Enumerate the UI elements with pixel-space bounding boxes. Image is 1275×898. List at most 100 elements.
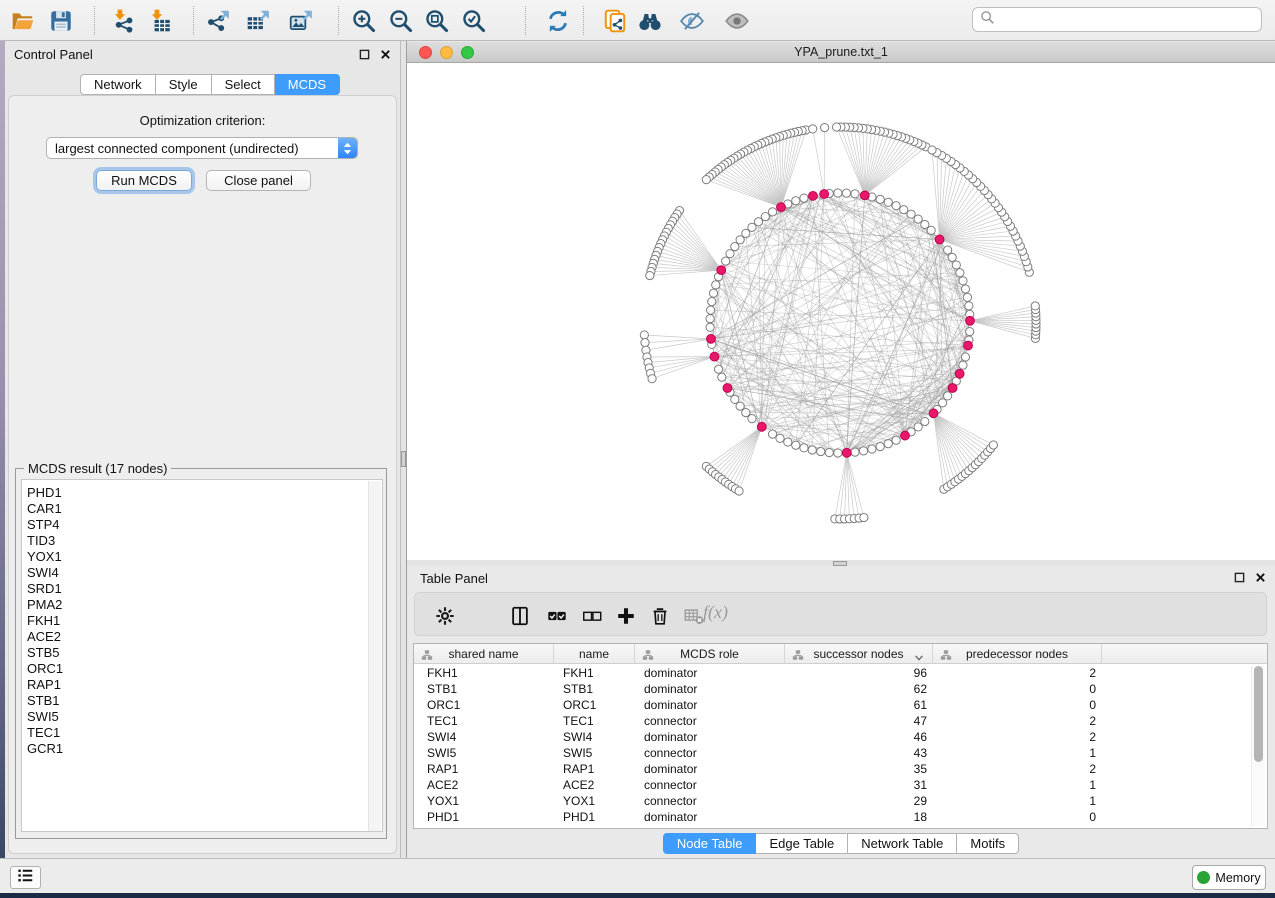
mcds-result-item[interactable]: TEC1 [27,725,382,741]
mcds-result-item[interactable]: STP4 [27,517,382,533]
tab-style[interactable]: Style [156,74,212,95]
mcds-result-item[interactable]: SRD1 [27,581,382,597]
tab-node-table[interactable]: Node Table [663,833,757,854]
mcds-result-list[interactable]: PHD1CAR1STP4TID3YOX1SWI4SRD1PMA2FKH1ACE2… [21,479,383,832]
export-network-button[interactable] [202,5,234,37]
column-header-name[interactable]: name [554,644,635,663]
save-session-icon [48,8,74,34]
memory-button[interactable]: Memory [1192,865,1266,890]
export-image-button[interactable] [285,5,317,37]
mcds-result-item[interactable]: PHD1 [27,485,382,501]
float-panel-icon[interactable] [357,47,371,61]
column-label: shared name [414,647,553,661]
table-row[interactable]: YOX1YOX1connector291 [414,793,1267,809]
mcds-result-item[interactable]: GCR1 [27,741,382,757]
float-table-panel-icon[interactable] [1232,570,1246,584]
table-cell: dominator [635,681,785,697]
export-table-button[interactable] [242,5,274,37]
zoom-out-button[interactable] [385,5,417,37]
toolbar-separator [94,6,95,35]
save-session-button[interactable] [45,5,77,37]
table-row[interactable]: ACE2ACE2connector311 [414,777,1267,793]
mcds-result-item[interactable]: STB5 [27,645,382,661]
zoom-out-icon [388,8,414,34]
zoom-fit-button[interactable] [421,5,453,37]
search-box[interactable] [972,7,1262,32]
show-columns-button[interactable] [507,603,533,629]
tab-motifs[interactable]: Motifs [957,833,1019,854]
column-header-shared-name[interactable]: shared name [414,644,554,663]
mcds-result-item[interactable]: PMA2 [27,597,382,613]
mcds-list-scrollbar[interactable] [368,481,381,832]
column-header-successor-nodes[interactable]: successor nodes [785,644,933,663]
tab-edge-table[interactable]: Edge Table [756,833,848,854]
tab-select[interactable]: Select [212,74,275,95]
find-button[interactable] [634,5,666,37]
table-row[interactable]: FKH1FKH1dominator962 [414,665,1267,681]
table-row[interactable]: PHD1PHD1dominator180 [414,809,1267,825]
network-canvas[interactable] [407,63,1275,560]
table-cell: ACE2 [414,777,554,793]
clone-network-button[interactable] [599,5,631,37]
zoom-in-button[interactable] [348,5,380,37]
criterion-dropdown[interactable]: largest connected component (undirected) [46,137,358,159]
table-row[interactable]: RAP1RAP1dominator352 [414,761,1267,777]
table-cell: ORC1 [554,697,635,713]
import-table-button[interactable] [144,5,176,37]
table-cell: ACE2 [554,777,635,793]
close-panel-icon[interactable] [378,47,392,61]
task-history-button[interactable] [10,866,41,889]
network-window-titlebar[interactable]: YPA_prune.txt_1 [407,42,1275,63]
toolbar-separator [525,6,526,35]
table-row[interactable]: STB1STB1dominator620 [414,681,1267,697]
mcds-result-item[interactable]: YOX1 [27,549,382,565]
clear-selection-button[interactable] [579,603,605,629]
table-row[interactable]: SWI5SWI5connector431 [414,745,1267,761]
table-row[interactable]: TEC1TEC1connector472 [414,713,1267,729]
table-toolbar: f(x) [414,592,1267,636]
mcds-result-item[interactable]: SWI5 [27,709,382,725]
network-graph[interactable] [407,63,1271,560]
column-header-predecessor-nodes[interactable]: predecessor nodes [933,644,1102,663]
table-options-button[interactable] [432,603,458,629]
open-file-button[interactable] [7,5,39,37]
toolbar-separator [193,6,194,35]
table-scrollbar[interactable] [1251,666,1265,826]
hide-details-button[interactable] [676,5,708,37]
table-cell: dominator [635,761,785,777]
vertical-splitter[interactable] [400,41,407,858]
zoom-selected-button[interactable] [458,5,490,37]
table-row[interactable]: SWI4SWI4dominator462 [414,729,1267,745]
network-window-title: YPA_prune.txt_1 [407,45,1275,59]
node-table: shared namenameMCDS rolesuccessor nodesp… [413,643,1268,829]
close-table-panel-icon[interactable] [1253,570,1267,584]
import-network-button[interactable] [107,5,139,37]
mcds-result-item[interactable]: STB1 [27,693,382,709]
mcds-result-item[interactable]: ORC1 [27,661,382,677]
show-details-button[interactable] [721,5,753,37]
vertical-splitter-grip[interactable] [401,451,406,467]
memory-label: Memory [1215,871,1260,885]
table-row[interactable]: ORC1ORC1dominator610 [414,697,1267,713]
mcds-result-item[interactable]: SWI4 [27,565,382,581]
close-panel-button[interactable]: Close panel [206,170,311,191]
search-input[interactable] [996,10,1261,30]
tab-mcds[interactable]: MCDS [275,74,340,95]
tab-network-table[interactable]: Network Table [848,833,957,854]
find-icon [637,8,663,34]
mcds-result-item[interactable]: CAR1 [27,501,382,517]
refresh-button[interactable] [542,5,574,37]
mcds-result-item[interactable]: FKH1 [27,613,382,629]
delete-columns-button[interactable] [647,603,673,629]
select-all-button[interactable] [544,603,570,629]
run-mcds-button[interactable]: Run MCDS [96,170,192,191]
mcds-result-item[interactable]: TID3 [27,533,382,549]
mcds-result-item[interactable]: ACE2 [27,629,382,645]
table-cell: dominator [635,697,785,713]
table-scrollbar-thumb[interactable] [1254,666,1263,762]
add-column-button[interactable] [613,603,639,629]
column-header-MCDS-role[interactable]: MCDS role [635,644,785,663]
mcds-result-item[interactable]: RAP1 [27,677,382,693]
table-options-icon [434,605,456,627]
tab-network[interactable]: Network [80,74,156,95]
